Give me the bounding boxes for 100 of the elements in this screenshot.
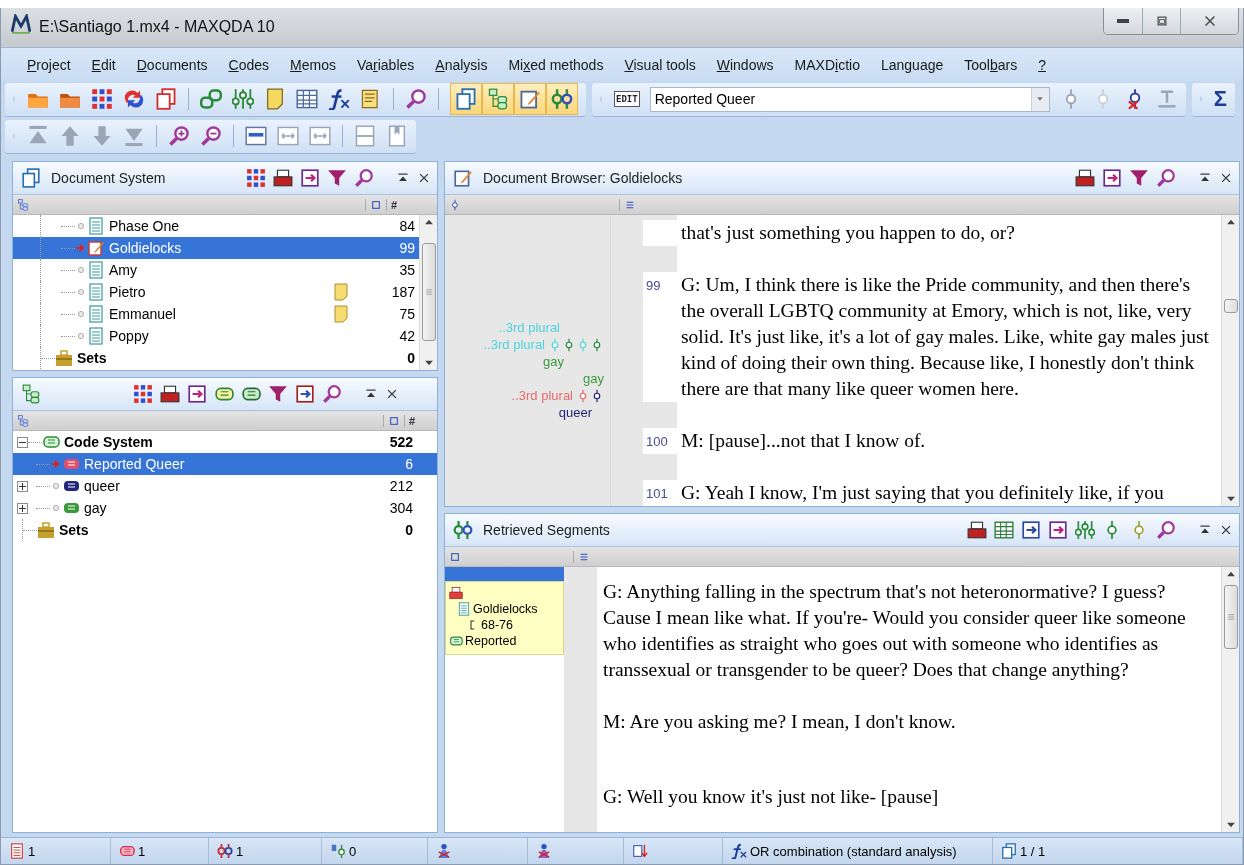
- copy-icon[interactable]: [155, 88, 177, 110]
- code-row[interactable]: Reported Queer 6: [13, 453, 437, 475]
- menu-item[interactable]: MAXDictio: [794, 56, 860, 73]
- search-icon[interactable]: [405, 88, 427, 110]
- scrollbar[interactable]: [419, 215, 437, 370]
- node-dot-icon: [50, 480, 62, 492]
- menu-item[interactable]: Mixed methods: [508, 56, 604, 73]
- document-row[interactable]: Pietro 187: [13, 281, 419, 303]
- window-toggle-button[interactable]: [514, 83, 546, 115]
- segment-source-card[interactable]: Goldielocks 68-76 Reported: [445, 581, 564, 655]
- search-icon[interactable]: [1156, 168, 1176, 188]
- zoom-reset-icon[interactable]: [245, 125, 267, 147]
- close-icon[interactable]: [1219, 523, 1233, 537]
- scrollbar[interactable]: [1221, 215, 1239, 506]
- window-toggle-button[interactable]: [450, 83, 482, 115]
- menu-item[interactable]: Edit: [91, 56, 116, 73]
- zoom-in-icon[interactable]: [168, 125, 190, 147]
- count-column-header: #: [391, 198, 399, 211]
- collapse-box[interactable]: [17, 436, 28, 448]
- menu-item[interactable]: Toolbars: [964, 56, 1018, 73]
- weights-icon[interactable]: [330, 843, 346, 859]
- menu-item[interactable]: Language: [880, 56, 944, 73]
- export-icon[interactable]: [300, 168, 320, 188]
- document-row[interactable]: Amy 35: [13, 259, 419, 281]
- printer-icon[interactable]: [967, 520, 987, 540]
- panel-title: Document Browser: Goldielocks: [483, 170, 683, 186]
- export-icon[interactable]: [295, 384, 315, 404]
- sets-row[interactable]: Sets 0: [13, 519, 437, 541]
- note-icon[interactable]: [264, 88, 286, 110]
- printer-icon[interactable]: [273, 168, 293, 188]
- export-icon[interactable]: [1102, 168, 1122, 188]
- activation-grid-icon[interactable]: [133, 384, 153, 404]
- scroll-thumb[interactable]: [1223, 299, 1238, 313]
- link-icon[interactable]: [200, 88, 222, 110]
- menu-item[interactable]: Visual tools: [624, 56, 696, 73]
- active-code-combobox[interactable]: Reported Queer: [649, 86, 1050, 112]
- search-icon[interactable]: [1156, 520, 1176, 540]
- activation-grid-icon[interactable]: [246, 168, 266, 188]
- window-toggle-button[interactable]: [546, 83, 578, 115]
- close-icon[interactable]: [1219, 171, 1233, 185]
- code-count: 84: [398, 218, 416, 234]
- documents-icon[interactable]: [9, 843, 25, 859]
- printer-icon: [449, 586, 463, 600]
- filter-icon[interactable]: [327, 168, 347, 188]
- menu-item[interactable]: Analysis: [435, 56, 488, 73]
- printer-icon[interactable]: [160, 384, 180, 404]
- code-pins-icon[interactable]: [232, 88, 254, 110]
- code-row[interactable]: gay 304: [13, 497, 437, 519]
- formula-icon[interactable]: [731, 843, 747, 859]
- maximize-button[interactable]: [1142, 8, 1180, 34]
- activate-icon[interactable]: [436, 843, 452, 859]
- zoom-out-icon[interactable]: [200, 125, 222, 147]
- pages-icon[interactable]: [1001, 843, 1017, 859]
- deactivate-icon[interactable]: [536, 843, 552, 859]
- menu-item[interactable]: Windows: [716, 56, 774, 73]
- menu-item[interactable]: Codes: [228, 56, 270, 73]
- web-export-icon[interactable]: [1021, 520, 1041, 540]
- arrows-icon[interactable]: [123, 88, 145, 110]
- filter-icon[interactable]: [1129, 168, 1149, 188]
- code-name: gay: [84, 500, 108, 516]
- formula-icon[interactable]: [328, 88, 350, 110]
- code-pins-icon[interactable]: [1075, 520, 1095, 540]
- filter-icon[interactable]: [268, 384, 288, 404]
- close-icon[interactable]: [385, 387, 399, 401]
- menu-item[interactable]: Variables: [356, 56, 415, 73]
- code-count: 187: [390, 284, 416, 300]
- code-label[interactable]: queer: [558, 405, 592, 420]
- export-icon[interactable]: [187, 384, 207, 404]
- retrieve-icon[interactable]: [217, 843, 233, 859]
- order-icon[interactable]: [632, 843, 648, 859]
- document-row[interactable]: Goldielocks 99: [13, 237, 419, 259]
- window-toggle-button[interactable]: [482, 83, 514, 115]
- expand-box[interactable]: [17, 502, 28, 514]
- search-icon[interactable]: [354, 168, 374, 188]
- printer-icon[interactable]: [1075, 168, 1095, 188]
- menu-item[interactable]: Memos: [290, 56, 336, 73]
- menu-item[interactable]: Project: [27, 56, 71, 73]
- export-icon[interactable]: [1048, 520, 1068, 540]
- expand-box[interactable]: [17, 480, 28, 492]
- document-row[interactable]: Emmanuel 75: [13, 303, 419, 325]
- search-icon[interactable]: [322, 384, 342, 404]
- document-name: Phase One: [109, 218, 181, 234]
- activation-grid-icon[interactable]: [91, 88, 113, 110]
- menu-item[interactable]: ?: [1038, 56, 1046, 73]
- close-icon[interactable]: [417, 171, 431, 185]
- close-button[interactable]: [1180, 8, 1238, 34]
- document-icon: [87, 327, 105, 345]
- spreadsheet-icon[interactable]: [994, 520, 1014, 540]
- table-icon[interactable]: [296, 88, 318, 110]
- scroll-thumb[interactable]: [421, 243, 436, 341]
- code-system-row[interactable]: Code System 522: [13, 431, 437, 453]
- menu-item[interactable]: Documents: [136, 56, 208, 73]
- code-row[interactable]: queer 212: [13, 475, 437, 497]
- window-title: E:\Santiago 1.mx4 - MAXQDA 10: [39, 18, 276, 36]
- code-tag-icon[interactable]: [119, 843, 135, 859]
- scroll-thumb[interactable]: [1223, 585, 1238, 649]
- sets-row[interactable]: Sets 0: [13, 347, 419, 369]
- minimize-button[interactable]: [1104, 8, 1142, 34]
- document-row[interactable]: Poppy 42: [13, 325, 419, 347]
- scrollbar[interactable]: [1221, 567, 1239, 832]
